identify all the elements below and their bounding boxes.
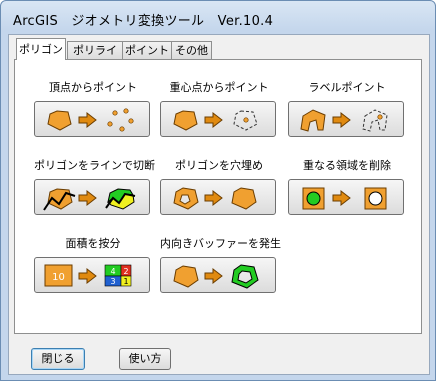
tool-fill-polygon-hole: ポリゴンを穴埋め	[160, 159, 278, 215]
tab-polygon[interactable]: ポリゴン	[16, 38, 66, 60]
tool-erase-overlap: 重なる領域を削除	[288, 159, 406, 215]
inner-buffer-button[interactable]	[160, 257, 276, 293]
split-polygon-by-line-icon	[43, 188, 136, 211]
tool-label: 頂点からポイント	[49, 81, 137, 94]
tool-label: 重なる領域を削除	[303, 159, 391, 172]
apportion-part-value: 3	[110, 277, 115, 286]
fill-polygon-hole-icon	[173, 187, 257, 210]
dialog-client-area: ポリゴン ポリライン ポイント その他 頂点からポイント	[8, 34, 430, 375]
tool-vertex-to-point: 頂点からポイント	[34, 81, 152, 137]
help-button[interactable]: 使い方	[119, 348, 171, 370]
polygon-to-label-point-icon	[300, 109, 388, 132]
tool-apportion-area: 面積を按分 10 4 2 3 1	[34, 237, 152, 293]
apportion-area-button[interactable]: 10 4 2 3 1	[34, 257, 150, 293]
split-polygon-by-line-button[interactable]	[34, 179, 150, 215]
title-bar[interactable]: ArcGIS ジオメトリ変換ツール Ver.10.4	[1, 1, 435, 33]
tool-label: ラベルポイント	[308, 81, 386, 94]
tool-centroid-to-point: 重心点からポイント	[160, 81, 278, 137]
vertex-to-point-button[interactable]	[34, 101, 150, 137]
apportion-part-value: 1	[123, 277, 128, 286]
tool-label: ポリゴンをラインで切断	[34, 159, 155, 172]
apportion-area-icon: 10 4 2 3 1	[44, 264, 132, 287]
tool-label: ポリゴンを穴埋め	[175, 159, 263, 172]
window-title: ArcGIS ジオメトリ変換ツール Ver.10.4	[13, 14, 274, 29]
polygon-to-vertex-points-icon	[47, 108, 134, 132]
inner-buffer-icon	[173, 264, 259, 289]
erase-overlap-button[interactable]	[288, 179, 404, 215]
erase-overlap-icon	[302, 187, 387, 210]
apportion-source-value: 10	[52, 272, 65, 283]
close-button[interactable]: 閉じる	[31, 348, 85, 370]
fill-polygon-hole-button[interactable]	[160, 179, 276, 215]
polygon-tools-panel: 頂点からポイント 重心点からポイント ラベルポイント ポリゴンをラインで切断 ポ…	[14, 59, 422, 334]
tool-label: 内向きバッファーを発生	[160, 237, 281, 250]
centroid-to-point-button[interactable]	[160, 101, 276, 137]
tab-polyline[interactable]: ポリライン	[67, 41, 123, 75]
apportion-part-value: 2	[123, 267, 128, 276]
tool-label: 重心点からポイント	[169, 81, 269, 94]
tool-label: 面積を按分	[65, 237, 121, 250]
tab-point[interactable]: ポイント	[122, 41, 172, 59]
label-point-button[interactable]	[288, 101, 404, 137]
polygon-to-centroid-point-icon	[173, 110, 258, 131]
tab-other[interactable]: その他	[171, 41, 212, 59]
main-window: ArcGIS ジオメトリ変換ツール Ver.10.4 ポリゴン ポリライン ポイ…	[0, 0, 436, 381]
tool-split-polygon-by-line: ポリゴンをラインで切断	[34, 159, 155, 215]
tool-inner-buffer: 内向きバッファーを発生	[160, 237, 281, 293]
tool-label-point: ラベルポイント	[288, 81, 406, 137]
apportion-part-value: 4	[110, 267, 115, 276]
